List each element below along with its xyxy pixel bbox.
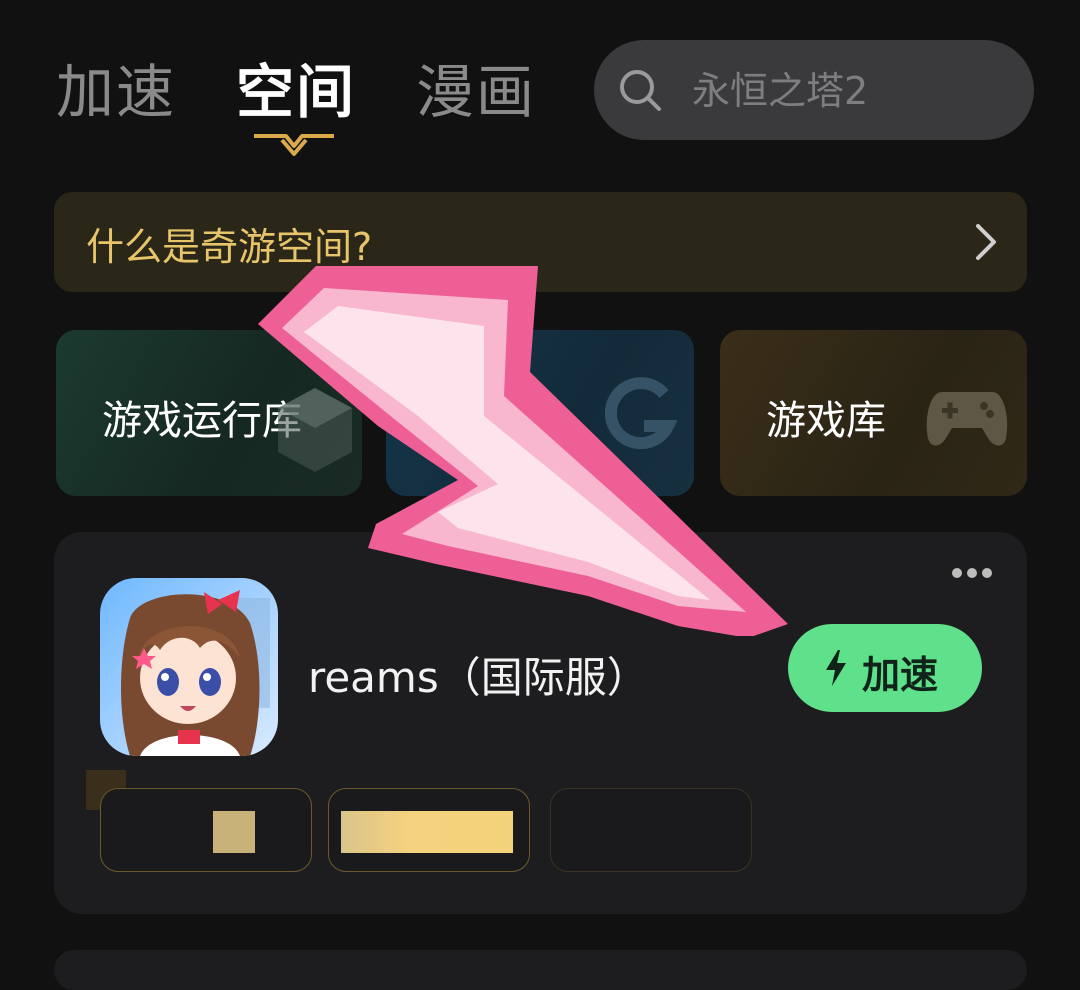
category-card-game-library[interactable]: 游戏库 [720,330,1027,496]
banner-text: 什么是奇游空间? [86,225,373,269]
chevron-right-icon [976,224,996,260]
g-logo-icon [604,377,678,450]
next-game-card [54,950,1027,990]
game-icon [100,578,278,756]
tab-comics[interactable]: 漫画 [416,52,536,132]
cube-icon [278,388,352,472]
gamepad-icon [926,392,1008,446]
game-card[interactable]: reams（国际服） 加速 [54,532,1027,914]
tab-accelerate[interactable]: 加速 [56,52,176,132]
tab-space[interactable]: 空间 [236,52,356,132]
game-title: reams（国际服） [308,653,649,702]
accelerate-button[interactable]: 加速 [788,624,982,712]
info-banner[interactable]: 什么是奇游空间? [54,192,1027,292]
search-input[interactable] [690,62,1014,120]
more-options-icon[interactable] [951,566,993,580]
active-tab-indicator [254,134,334,156]
category-label: 游戏库 [766,398,886,444]
category-card-runtime-library[interactable]: 游戏运行库 [56,330,362,496]
search-bar[interactable] [594,40,1034,140]
accelerate-button-label: 加速 [862,653,939,697]
lightning-icon [826,650,846,686]
tag-chip [100,788,312,872]
tag-chip [328,788,530,872]
category-card-g[interactable] [386,330,694,496]
search-icon [620,70,661,111]
tag-chip [550,788,752,872]
